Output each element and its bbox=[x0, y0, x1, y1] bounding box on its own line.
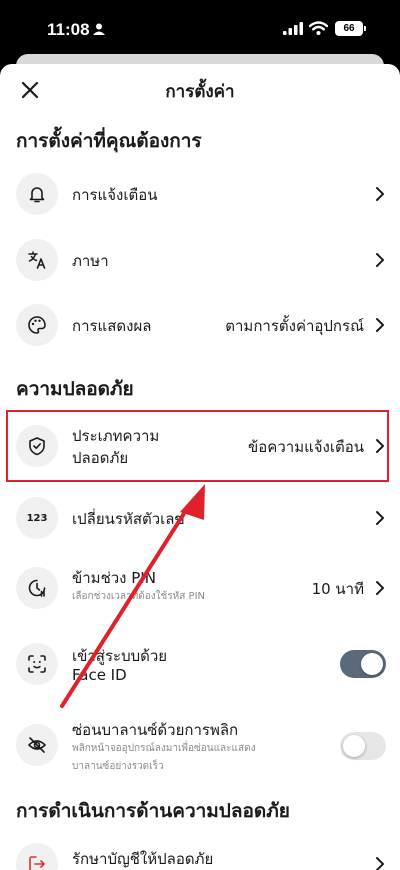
battery-indicator: 66 bbox=[335, 21, 363, 36]
status-time: 11:08 bbox=[47, 20, 90, 39]
wifi-icon bbox=[309, 21, 328, 35]
status-bar: 11:08 66 bbox=[0, 0, 400, 58]
signal-icon bbox=[283, 22, 303, 35]
battery-tip bbox=[364, 26, 366, 31]
settings-sheet: การตั้งค่า การตั้งค่าที่คุณต้องการ การแจ… bbox=[0, 64, 400, 870]
annotation-arrow bbox=[60, 484, 205, 708]
person-icon bbox=[93, 23, 105, 35]
